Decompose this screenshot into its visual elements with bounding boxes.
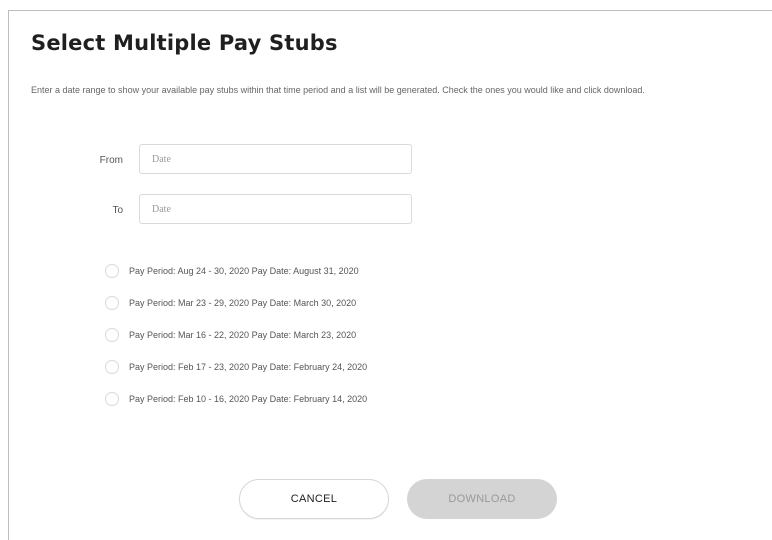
to-date-field[interactable] xyxy=(139,194,412,224)
pay-stubs-dialog: Select Multiple Pay Stubs Enter a date r… xyxy=(8,10,772,540)
from-label: From xyxy=(99,155,123,166)
pay-stub-checkbox[interactable] xyxy=(105,392,119,406)
dialog-description: Enter a date range to show your availabl… xyxy=(31,85,645,95)
pay-stub-checkbox[interactable] xyxy=(105,328,119,342)
pay-stub-checkbox[interactable] xyxy=(105,360,119,374)
pay-stub-label: Pay Period: Mar 16 - 22, 2020 Pay Date: … xyxy=(129,330,357,340)
pay-stub-item[interactable]: Pay Period: Feb 10 - 16, 2020 Pay Date: … xyxy=(105,391,445,407)
cancel-button[interactable]: CANCEL xyxy=(239,479,389,519)
to-label: To xyxy=(112,205,123,216)
pay-stub-item[interactable]: Pay Period: Feb 17 - 23, 2020 Pay Date: … xyxy=(105,359,445,375)
from-date-input[interactable] xyxy=(140,145,411,173)
dialog-title: Select Multiple Pay Stubs xyxy=(31,31,338,55)
pay-stub-checkbox[interactable] xyxy=(105,264,119,278)
pay-stub-item[interactable]: Pay Period: Aug 24 - 30, 2020 Pay Date: … xyxy=(105,263,445,279)
pay-stub-label: Pay Period: Feb 10 - 16, 2020 Pay Date: … xyxy=(129,394,368,404)
from-date-field[interactable] xyxy=(139,144,412,174)
pay-stub-label: Pay Period: Aug 24 - 30, 2020 Pay Date: … xyxy=(129,266,359,276)
pay-stub-item[interactable]: Pay Period: Mar 23 - 29, 2020 Pay Date: … xyxy=(105,295,445,311)
pay-stub-checkbox[interactable] xyxy=(105,296,119,310)
pay-stub-label: Pay Period: Mar 23 - 29, 2020 Pay Date: … xyxy=(129,298,357,308)
download-button[interactable]: DOWNLOAD xyxy=(407,479,557,519)
pay-stub-item[interactable]: Pay Period: Mar 16 - 22, 2020 Pay Date: … xyxy=(105,327,445,343)
to-date-input[interactable] xyxy=(140,195,411,223)
pay-stub-label: Pay Period: Feb 17 - 23, 2020 Pay Date: … xyxy=(129,362,368,372)
